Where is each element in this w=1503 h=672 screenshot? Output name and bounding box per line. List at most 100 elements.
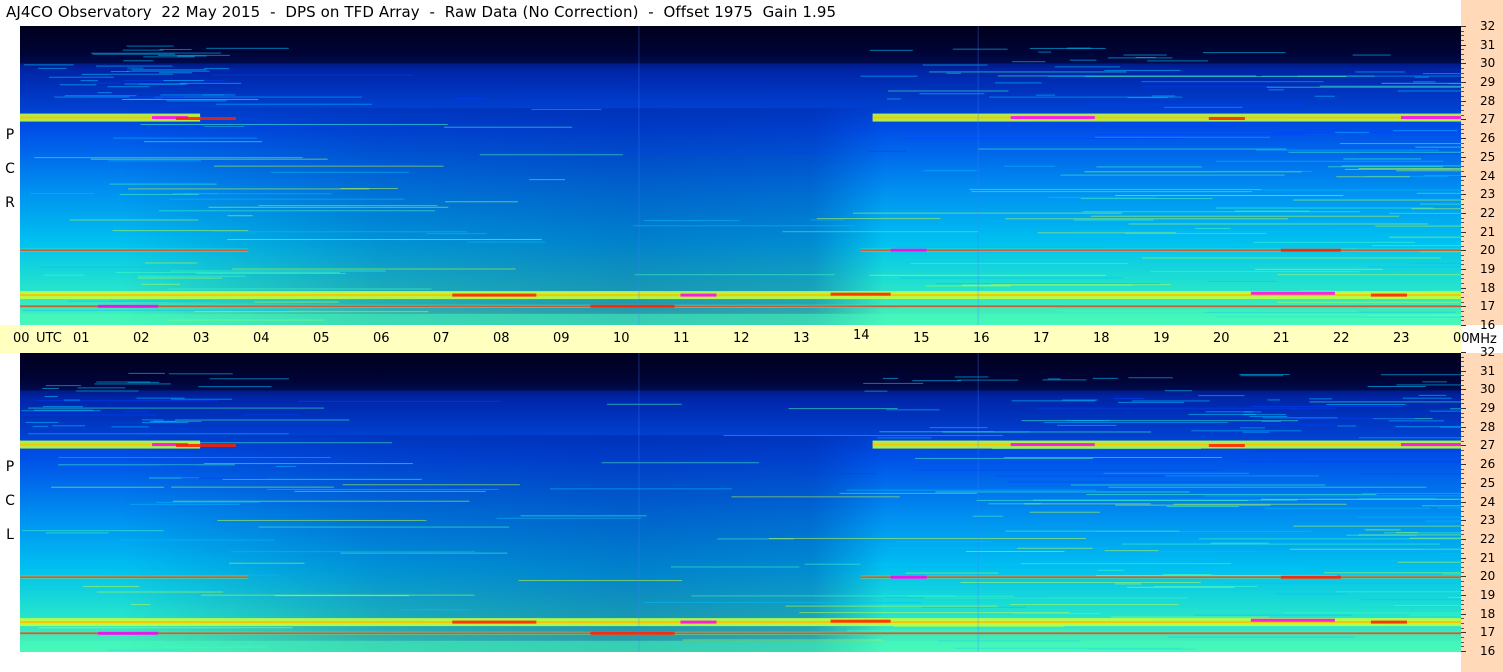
lcp-streak <box>267 488 499 490</box>
lcp-freq-label-26: 26 <box>1480 457 1496 472</box>
rcp-night-streak <box>160 94 236 96</box>
lcp-streak <box>905 572 999 574</box>
lcp-streak <box>130 503 240 505</box>
lcp-streak <box>1195 614 1353 616</box>
lcp-freq-label-21: 21 <box>1480 550 1496 565</box>
lcp-minor-tick <box>1461 412 1464 414</box>
rcp-night-streak <box>91 52 151 54</box>
rcp-streak <box>904 137 1184 139</box>
rcp-streak <box>119 193 199 195</box>
rcp-streak <box>816 218 941 220</box>
lcp-minor-tick <box>1461 580 1464 582</box>
lcp-night-streak <box>1164 390 1193 392</box>
rcp-minor-tick <box>1461 254 1464 256</box>
rcp-night-streak <box>1104 69 1181 71</box>
rcp-streak <box>91 82 121 84</box>
lcp-freq-label-16: 16 <box>1480 644 1496 658</box>
lcp-hotspot <box>1010 443 1095 447</box>
lcp-streak <box>27 433 289 435</box>
rcp-streak <box>900 277 1123 279</box>
lcp-tick-21 <box>1461 557 1466 559</box>
lcp-freq-label-30: 30 <box>1480 382 1496 397</box>
lcp-freq-label-28: 28 <box>1480 419 1496 434</box>
lcp-hotspot <box>830 619 891 623</box>
lcp-minor-tick <box>1461 440 1464 442</box>
lcp-night-streak <box>864 390 888 392</box>
lcp-tick-18 <box>1461 613 1466 615</box>
lcp-streak <box>1111 616 1269 618</box>
lcp-streak <box>83 585 140 587</box>
rcp-minor-tick <box>1461 198 1464 200</box>
rcp-hotspot <box>1400 116 1461 120</box>
lcp-streak <box>1362 492 1461 494</box>
rcp-minor-tick <box>1461 320 1464 322</box>
rcp-streak <box>634 274 835 276</box>
lcp-minor-tick <box>1461 436 1464 438</box>
lcp-streak <box>496 517 642 519</box>
rcp-streak <box>531 108 602 110</box>
rcp-night-streak <box>1414 76 1429 78</box>
lcp-streak <box>108 574 280 576</box>
rcp-low-band <box>20 313 1461 325</box>
rcp-night-streak <box>92 53 176 55</box>
lcp-streak <box>294 490 486 492</box>
rcp-night-streak <box>1127 97 1168 99</box>
lcp-streak <box>1166 505 1239 507</box>
rcp-streak <box>1073 219 1154 221</box>
rcp-streak <box>809 219 845 221</box>
rcp-streak <box>212 74 414 76</box>
rcp-night-streak <box>159 49 192 51</box>
lcp-streak <box>1384 532 1461 534</box>
lcp-night-streak <box>94 383 171 385</box>
rcp-streak <box>137 277 223 279</box>
lcp-night-streak <box>76 390 139 392</box>
lcp-tick-26 <box>1461 464 1466 466</box>
lcp-streak <box>340 552 508 554</box>
rcp-frequency-axis: 16 17 18 19 20 21 22 23 24 25 26 27 28 29 30 31 32 <box>1461 0 1503 332</box>
lcp-freq-label-31: 31 <box>1480 363 1496 378</box>
rcp-streak <box>643 220 740 222</box>
rcp-minor-tick <box>1461 184 1464 186</box>
lcp-streak <box>909 558 1220 560</box>
rcp-minor-tick <box>1461 301 1464 303</box>
rcp-streak <box>140 123 448 125</box>
lcp-low-band <box>20 640 1461 652</box>
lcp-tick-28 <box>1461 426 1466 428</box>
lcp-hotspot <box>890 575 927 579</box>
lcp-streak <box>1021 420 1299 422</box>
lcp-streak <box>1108 486 1427 488</box>
lcp-minor-tick <box>1461 585 1464 587</box>
rcp-streak <box>1375 225 1461 227</box>
lcp-streak <box>1358 437 1461 439</box>
lcp-streak <box>1335 591 1461 593</box>
rcp-hotspot <box>680 293 717 297</box>
rcp-streak <box>426 233 487 235</box>
lcp-minor-tick <box>1461 487 1464 489</box>
lcp-upper-dark <box>20 353 1461 391</box>
rcp-streak <box>1195 228 1231 230</box>
rcp-night-streak <box>122 49 164 51</box>
lcp-streak <box>1368 564 1461 566</box>
lcp-streak <box>45 532 109 534</box>
lcp-night-streak <box>1367 386 1426 388</box>
lcp-tick-22 <box>1461 538 1466 540</box>
lcp-streak <box>915 457 1093 459</box>
time-label-15: 15 <box>913 331 930 346</box>
rcp-streak <box>923 170 977 172</box>
lcp-freq-label-32: 32 <box>1480 345 1496 359</box>
rcp-streak <box>158 210 436 212</box>
lcp-minor-tick <box>1461 608 1464 610</box>
rcp-night-streak <box>1038 51 1052 53</box>
rcp-streak <box>962 284 1133 286</box>
lcp-streak <box>275 465 297 467</box>
rcp-tick-16 <box>1461 325 1466 326</box>
rcp-night-streak <box>1048 75 1099 77</box>
lcp-streak <box>913 469 1223 471</box>
lcp-minor-tick <box>1461 356 1464 358</box>
lcp-freq-label-20: 20 <box>1480 569 1496 584</box>
rcp-streak <box>1216 160 1444 162</box>
lcp-streak <box>1005 530 1180 532</box>
rcp-streak <box>1096 166 1202 168</box>
lcp-streak <box>161 465 196 467</box>
lcp-streak <box>935 491 1190 493</box>
